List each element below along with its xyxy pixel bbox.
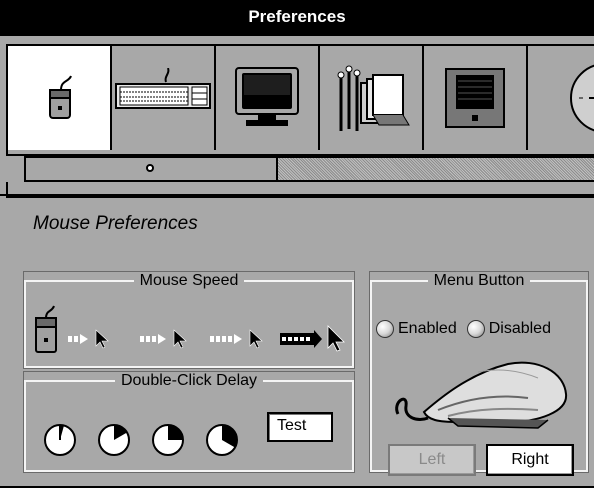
speed-option-2 xyxy=(140,329,187,349)
category-shelf xyxy=(6,44,594,156)
delay-option-2 xyxy=(98,424,130,456)
speed-mouse-icon xyxy=(35,305,57,353)
left-button[interactable]: Left xyxy=(388,444,476,476)
mouse-speed-controls xyxy=(35,305,345,353)
menu-button-radios: Enabled Disabled xyxy=(376,320,551,338)
monitor-icon xyxy=(235,67,299,126)
delay-option-3-selected xyxy=(152,424,184,456)
test-double-click-field[interactable]: Test xyxy=(267,412,333,442)
delay-dials xyxy=(44,424,238,456)
radio-disabled[interactable]: Disabled xyxy=(466,320,551,338)
window-title-bar[interactable]: Preferences xyxy=(0,0,594,36)
menu-button-legend: Menu Button xyxy=(433,272,525,289)
right-button[interactable]: Right xyxy=(486,444,574,476)
radio-enabled-label: Enabled xyxy=(398,320,457,337)
mouse-icon xyxy=(49,75,72,119)
keyboard-icon xyxy=(115,68,211,109)
tile-monitor[interactable] xyxy=(216,46,320,150)
radio-disabled-circle[interactable] xyxy=(466,320,485,338)
delay-option-4 xyxy=(206,424,238,456)
pane-title: Mouse Preferences xyxy=(33,213,198,234)
menu-button-group: Menu Button Enabled Disabled Left Right xyxy=(369,271,589,476)
radio-disabled-label: Disabled xyxy=(488,320,551,337)
radio-enabled-circle[interactable] xyxy=(376,320,394,338)
tile-disk-drive[interactable] xyxy=(424,46,528,150)
tile-mouse[interactable] xyxy=(8,46,112,150)
speed-option-1 xyxy=(68,329,109,349)
double-click-legend: Double-Click Delay xyxy=(120,372,258,389)
documents-icon xyxy=(337,65,410,131)
pane-divider xyxy=(0,194,594,196)
speed-option-3 xyxy=(210,329,263,349)
scrollbar-thumb[interactable] xyxy=(26,158,278,180)
tile-keyboard[interactable] xyxy=(112,46,216,150)
hand-on-mouse-icon xyxy=(395,361,568,429)
scroll-knob[interactable] xyxy=(146,164,154,172)
disk-drive-icon xyxy=(445,68,505,128)
tile-documents[interactable] xyxy=(320,46,424,150)
radio-enabled[interactable]: Enabled xyxy=(376,320,457,338)
tile-clock[interactable] xyxy=(528,46,594,150)
mouse-speed-legend: Mouse Speed xyxy=(139,272,239,289)
clock-icon xyxy=(570,64,594,132)
window-title: Preferences xyxy=(248,7,346,26)
mouse-speed-group: Mouse Speed xyxy=(23,271,355,369)
shelf-scrollbar[interactable] xyxy=(24,156,594,182)
delay-option-1 xyxy=(44,424,76,456)
speed-option-4-selected xyxy=(280,325,345,352)
